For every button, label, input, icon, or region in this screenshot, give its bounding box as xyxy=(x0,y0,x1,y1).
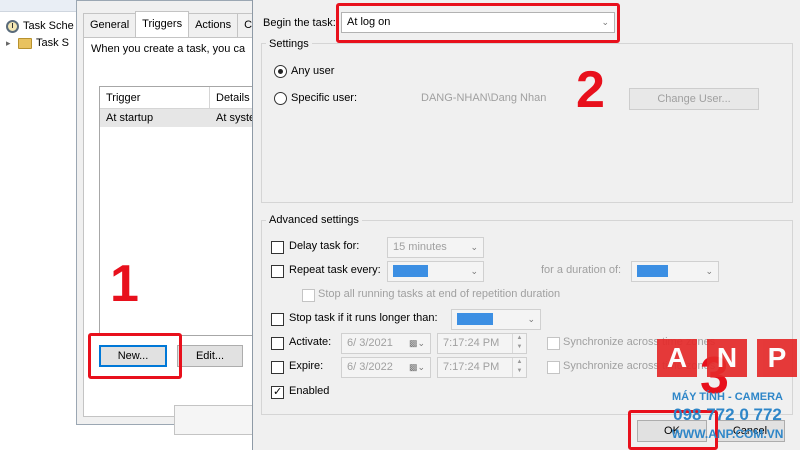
tab-triggers[interactable]: Triggers xyxy=(135,11,190,37)
stop-longer-value: 3 days xyxy=(457,313,494,325)
expire-date-field[interactable]: 6/ 3/2022 ▩⌄ xyxy=(341,357,431,378)
settings-group xyxy=(261,43,793,203)
row-details: At syste xyxy=(216,112,256,124)
activate-checkbox[interactable] xyxy=(271,337,284,350)
expire-time-field[interactable]: 7:17:24 PM ▲ ▼ xyxy=(437,357,527,378)
specific-user-radio[interactable] xyxy=(274,92,287,105)
change-user-button[interactable]: Change User... xyxy=(629,88,759,110)
enabled-label: Enabled xyxy=(289,385,330,397)
row-trigger: At startup xyxy=(106,112,154,124)
sync-timezones-checkbox-2[interactable] xyxy=(547,361,560,374)
tree-item-label: Task S xyxy=(36,37,70,49)
table-row[interactable]: At startup At syste xyxy=(100,109,260,127)
chevron-down-icon: ⌄ xyxy=(527,314,535,324)
anp-watermark: A N P MÁY TÍNH - CAMERA 098 772 0 772 WW… xyxy=(655,335,800,450)
activate-time-value: 7:17:24 PM xyxy=(443,337,500,349)
highlight-begin-task xyxy=(336,3,620,43)
delay-task-checkbox[interactable] xyxy=(271,241,284,254)
activate-time-field[interactable]: 7:17:24 PM ▲ ▼ xyxy=(437,333,527,354)
logo-letter: P xyxy=(757,339,797,377)
expire-label: Expire: xyxy=(289,360,324,372)
repeat-task-label: Repeat task every: xyxy=(289,264,381,276)
expire-checkbox[interactable] xyxy=(271,361,284,374)
clock-icon xyxy=(6,19,19,33)
watermark-website: WWW.ANP.COM.VN xyxy=(671,427,784,441)
spinner-icon[interactable]: ▲ ▼ xyxy=(512,334,526,353)
watermark-phone: 098 772 0 772 xyxy=(673,405,782,424)
tree-item-task-scheduler[interactable]: Task Sche xyxy=(6,17,74,35)
stop-longer-select[interactable]: 3 days ⌄ xyxy=(451,309,541,330)
repeat-interval-select[interactable]: 1 hour ⌄ xyxy=(387,261,484,282)
tree-item-label: Task Sche xyxy=(23,20,74,32)
any-user-radio[interactable] xyxy=(274,65,287,78)
stop-running-label: Stop all running tasks at end of repetit… xyxy=(318,288,561,300)
background-panel xyxy=(174,405,254,435)
delay-task-label: Delay task for: xyxy=(289,240,360,252)
delay-value: 15 minutes xyxy=(393,241,447,253)
spinner-icon[interactable]: ▲ ▼ xyxy=(512,358,526,377)
duration-value: 1 day xyxy=(637,265,668,277)
any-user-label: Any user xyxy=(291,65,335,77)
duration-label: for a duration of: xyxy=(541,264,622,276)
watermark-tagline: MÁY TÍNH - CAMERA xyxy=(671,391,783,403)
step-number-1: 1 xyxy=(110,255,139,313)
expire-date-value: 6/ 3/2022 xyxy=(347,361,393,373)
user-name-text: DANG-NHAN\Dang Nhan xyxy=(421,92,547,104)
delay-select[interactable]: 15 minutes ⌄ xyxy=(387,237,484,258)
folder-icon xyxy=(18,37,32,49)
chevron-down-icon: ⌄ xyxy=(705,266,713,276)
specific-user-label: Specific user: xyxy=(291,92,358,104)
calendar-dropdown-icon: ▩⌄ xyxy=(408,362,425,372)
highlight-new-button xyxy=(88,333,182,379)
logo-letter: A xyxy=(657,339,697,377)
edit-trigger-button[interactable]: Edit... xyxy=(177,345,243,367)
tab-general[interactable]: General xyxy=(83,13,137,37)
tab-bar: General Triggers Actions Cor xyxy=(83,11,269,37)
logo-letter: N xyxy=(707,339,747,377)
activate-label: Activate: xyxy=(289,336,332,348)
column-header-trigger[interactable]: Trigger xyxy=(100,87,210,109)
stop-longer-label: Stop task if it runs longer than: xyxy=(289,312,438,324)
activate-date-value: 6/ 3/2021 xyxy=(347,337,393,349)
begin-task-label: Begin the task: xyxy=(263,17,336,29)
duration-select[interactable]: 1 day ⌄ xyxy=(631,261,719,282)
chevron-right-icon[interactable]: ▸ xyxy=(6,38,14,49)
tab-actions[interactable]: Actions xyxy=(188,13,239,37)
expire-time-value: 7:17:24 PM xyxy=(443,361,500,373)
chevron-down-icon: ⌄ xyxy=(470,266,478,276)
calendar-dropdown-icon: ▩⌄ xyxy=(408,338,425,348)
repeat-interval-value: 1 hour xyxy=(393,265,429,277)
stop-running-checkbox[interactable] xyxy=(302,289,315,302)
settings-legend: Settings xyxy=(266,38,312,50)
triggers-intro-text: When you create a task, you ca xyxy=(91,43,246,55)
chevron-down-icon: ⌄ xyxy=(470,242,478,252)
sync-timezones-checkbox-1[interactable] xyxy=(547,337,560,350)
step-number-2: 2 xyxy=(576,61,605,119)
advanced-settings-legend: Advanced settings xyxy=(266,214,362,226)
repeat-task-checkbox[interactable] xyxy=(271,265,284,278)
stop-longer-checkbox[interactable] xyxy=(271,313,284,326)
tree-item-task-scheduler-library[interactable]: ▸ Task S xyxy=(6,34,69,52)
enabled-checkbox[interactable] xyxy=(271,385,284,399)
activate-date-field[interactable]: 6/ 3/2021 ▩⌄ xyxy=(341,333,431,354)
